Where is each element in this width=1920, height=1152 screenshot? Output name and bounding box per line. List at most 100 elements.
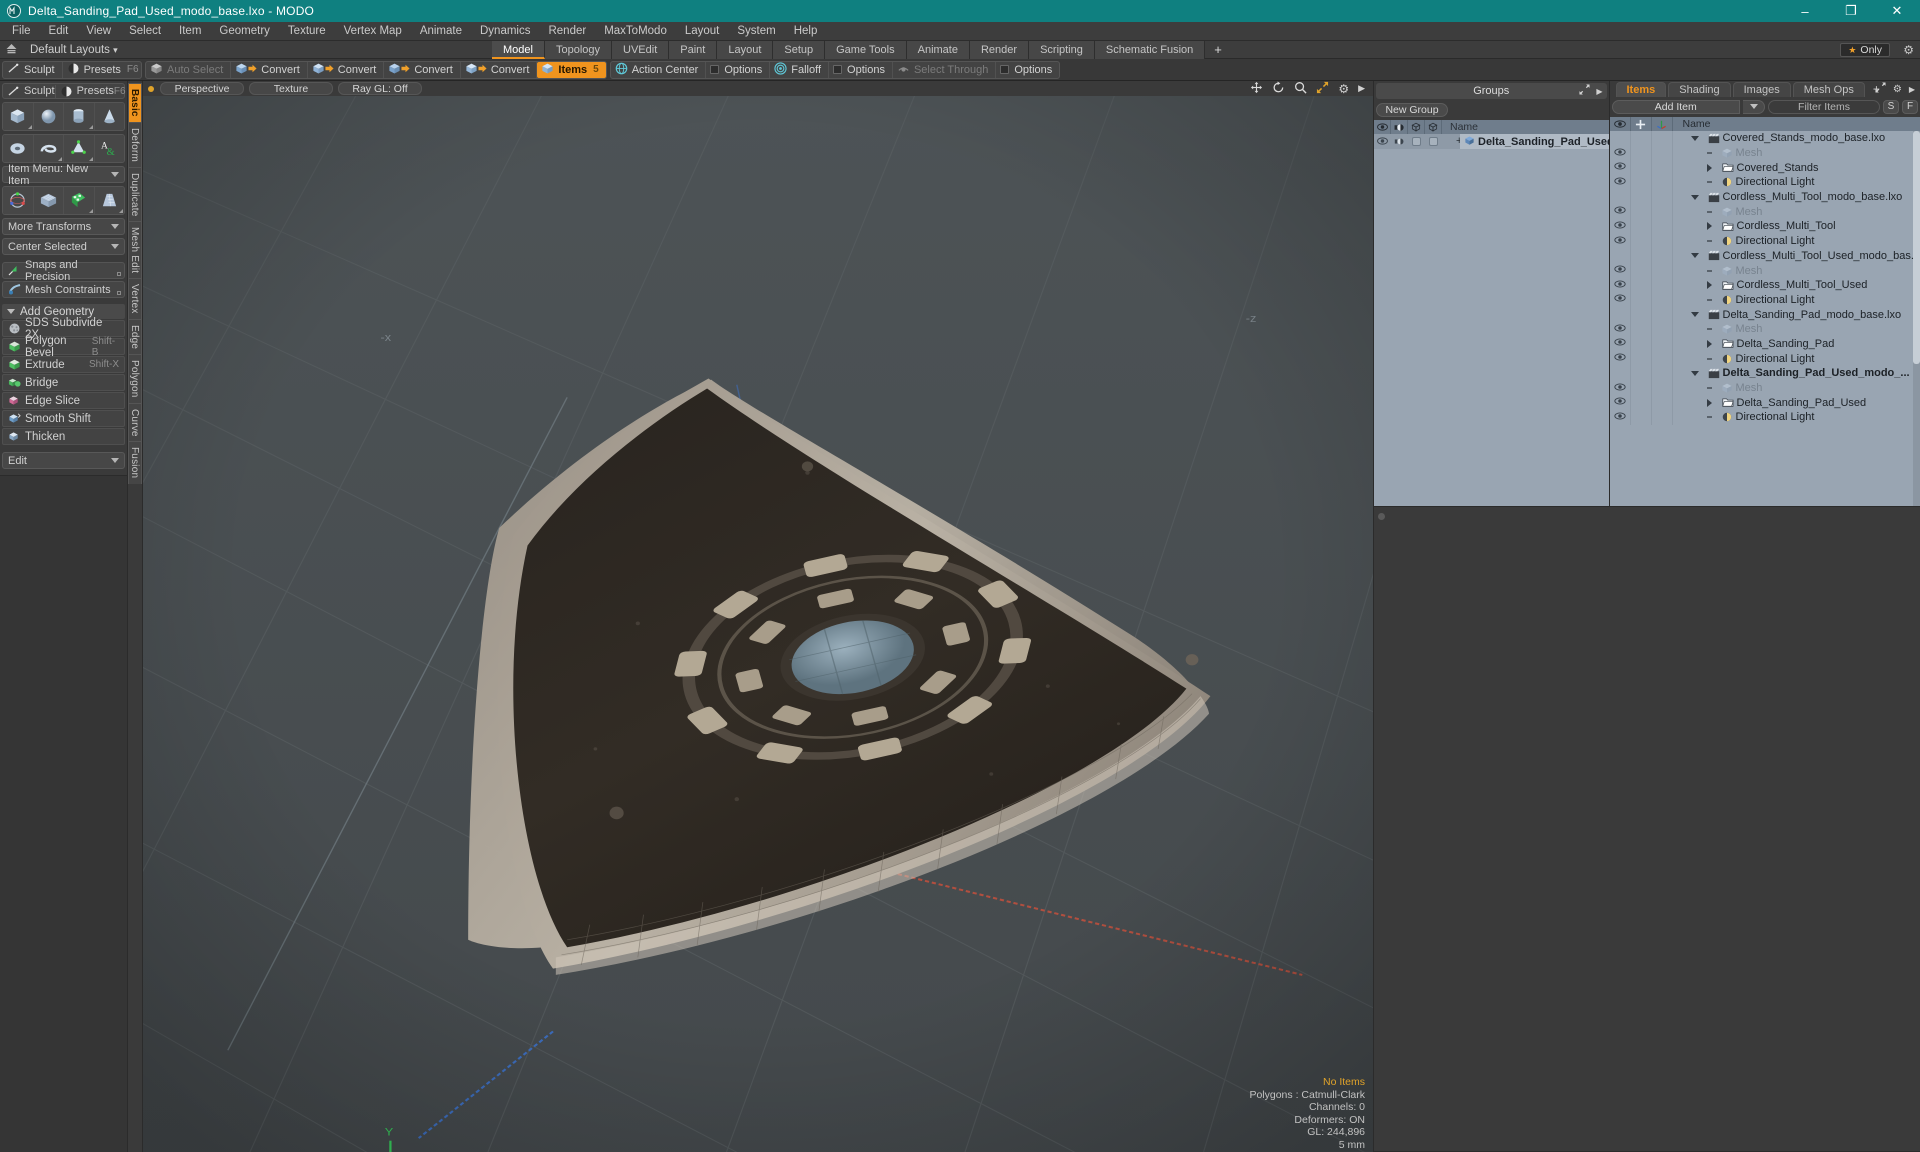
items-row-name-cell[interactable]: Delta_Sanding_Pad [1673,338,1920,350]
items-row[interactable]: Mesh [1610,145,1920,161]
vertical-tab-edge[interactable]: Edge [128,319,142,355]
items-row-name-cell[interactable]: Covered_Stands [1673,162,1920,174]
chevron-right-icon[interactable] [1706,398,1712,407]
menu-item-item[interactable]: Item [170,22,210,41]
close-button[interactable]: ✕ [1874,0,1920,22]
vertical-tab-polygon[interactable]: Polygon [128,354,142,403]
row-lock-toggle[interactable] [1631,277,1652,293]
gear-icon[interactable]: ⚙ [1893,84,1902,95]
menu-item-system[interactable]: System [728,22,784,41]
items-row-name-cell[interactable]: Covered_Stands_modo_base.lxo [1673,132,1920,144]
items-tab-items[interactable]: Items [1615,82,1667,97]
row-lock-toggle[interactable] [1631,410,1652,425]
items-row[interactable]: Directional Light [1610,175,1920,190]
vertical-tab-curve[interactable]: Curve [128,402,142,442]
select-cube-icon[interactable] [1425,120,1442,134]
render-camera-icon[interactable] [1391,133,1408,149]
items-row-name-cell[interactable]: Mesh [1673,265,1920,277]
row-eye-toggle[interactable] [1610,292,1631,308]
items-row[interactable]: Directional Light [1610,351,1920,366]
chevron-right-icon[interactable] [1706,281,1712,290]
chevron-right-icon[interactable] [1706,222,1712,231]
row-eye-toggle[interactable] [1610,204,1631,220]
expand-icon[interactable] [1875,82,1886,96]
vertical-tab-duplicate[interactable]: Duplicate [128,166,142,222]
row-lock-toggle[interactable] [1631,219,1652,234]
items-list-body[interactable]: Covered_Stands_modo_base.lxo Mesh Covered_… [1609,131,1920,506]
options-square-icon[interactable] [117,291,121,295]
toolbar-button-presets[interactable]: Presets F6 [63,62,146,78]
menu-item-file[interactable]: File [3,22,40,41]
toolbar-button-select-through-4[interactable]: Select Through [893,61,997,78]
vertical-tab-vertex[interactable]: Vertex [128,278,142,319]
toolbar-button-options-5[interactable]: Options [996,62,1059,78]
items-row[interactable]: Cordless_Multi_Tool_Used_modo_bas... [1610,248,1920,264]
items-row-name-cell[interactable]: Delta_Sanding_Pad_Used [1673,397,1920,409]
row-axis-toggle[interactable] [1652,263,1673,278]
items-row[interactable]: Covered_Stands_modo_base.lxo [1610,131,1920,146]
more-transforms-dropdown[interactable]: More Transforms [2,218,125,235]
zoom-icon[interactable] [1294,81,1307,97]
row-eye-toggle[interactable] [1610,145,1631,161]
row-lock-toggle[interactable] [1631,233,1652,249]
expand-icon[interactable] [1579,84,1590,98]
grid-mesh-button[interactable] [33,187,64,214]
row-axis-toggle[interactable] [1652,307,1673,322]
shade-cube-icon[interactable] [1408,120,1425,134]
axis-icon[interactable] [1652,117,1673,131]
command-extrude[interactable]: Extrude Shift-X [2,356,125,373]
sculpt-button[interactable]: Sculpt [3,85,55,98]
properties-body[interactable] [1374,524,1920,1151]
items-row-name-cell[interactable]: Cordless_Multi_Tool [1673,220,1920,232]
chevron-down-icon[interactable] [1690,194,1699,200]
menu-item-select[interactable]: Select [120,22,170,41]
layout-tab-animate[interactable]: Animate [906,41,970,59]
chevron-right-icon[interactable] [1706,163,1712,172]
row-eye-toggle[interactable] [1610,307,1631,322]
vertical-tab-deform[interactable]: Deform [128,121,142,167]
edit-dropdown[interactable]: Edit [2,452,125,469]
chevron-down-icon[interactable] [1690,312,1699,318]
chevron-down-icon[interactable] [1690,370,1699,376]
row-lock-toggle[interactable] [1631,204,1652,220]
row-eye-toggle[interactable] [1610,248,1631,264]
row-eye-toggle[interactable] [1610,321,1631,337]
items-row-name-cell[interactable]: Directional Light [1673,176,1920,188]
menu-item-edit[interactable]: Edit [40,22,78,41]
row-axis-toggle[interactable] [1652,160,1673,176]
command-thicken[interactable]: Thicken [2,428,125,445]
add-item-button[interactable]: Add Item [1611,99,1740,114]
command-smooth-shift[interactable]: Smooth Shift [2,410,125,427]
menu-item-geometry[interactable]: Geometry [210,22,279,41]
chevron-right-icon[interactable] [1706,339,1712,348]
row-axis-toggle[interactable] [1652,277,1673,293]
layout-tab-render[interactable]: Render [969,41,1030,59]
row-eye-toggle[interactable] [1610,380,1631,396]
items-row[interactable]: Directional Light [1610,233,1920,249]
row-eye-toggle[interactable] [1610,131,1631,146]
row-axis-toggle[interactable] [1652,204,1673,220]
row-lock-toggle[interactable] [1631,395,1652,411]
items-scrollbar-thumb[interactable] [1913,131,1920,364]
arrow-icon[interactable]: ▶ [1909,85,1915,94]
maximize-button[interactable]: ❐ [1828,0,1874,22]
gear-icon[interactable]: ⚙ [1903,43,1914,57]
row-eye-toggle[interactable] [1610,189,1631,205]
layout-tab-topology[interactable]: Topology [544,41,613,59]
row-eye-toggle[interactable] [1610,410,1631,425]
items-tab-shading[interactable]: Shading [1668,82,1731,97]
row-axis-toggle[interactable] [1652,233,1673,249]
text-primitive-button[interactable]: A & [94,135,124,162]
row-lock-toggle[interactable] [1631,145,1652,161]
menu-item-animate[interactable]: Animate [411,22,471,41]
items-row[interactable]: Mesh [1610,263,1920,278]
row-axis-toggle[interactable] [1652,410,1673,425]
row-lock-toggle[interactable] [1631,175,1652,190]
row-axis-toggle[interactable] [1652,292,1673,308]
row-axis-toggle[interactable] [1652,131,1673,146]
default-layouts-dropdown[interactable]: Default Layouts ▾ [22,44,126,56]
menu-item-vertex-map[interactable]: Vertex Map [335,22,411,41]
shade-checkbox[interactable] [1408,133,1425,149]
arrow-icon[interactable]: ▶ [1596,87,1602,96]
items-row-name-cell[interactable]: Mesh [1673,382,1920,394]
